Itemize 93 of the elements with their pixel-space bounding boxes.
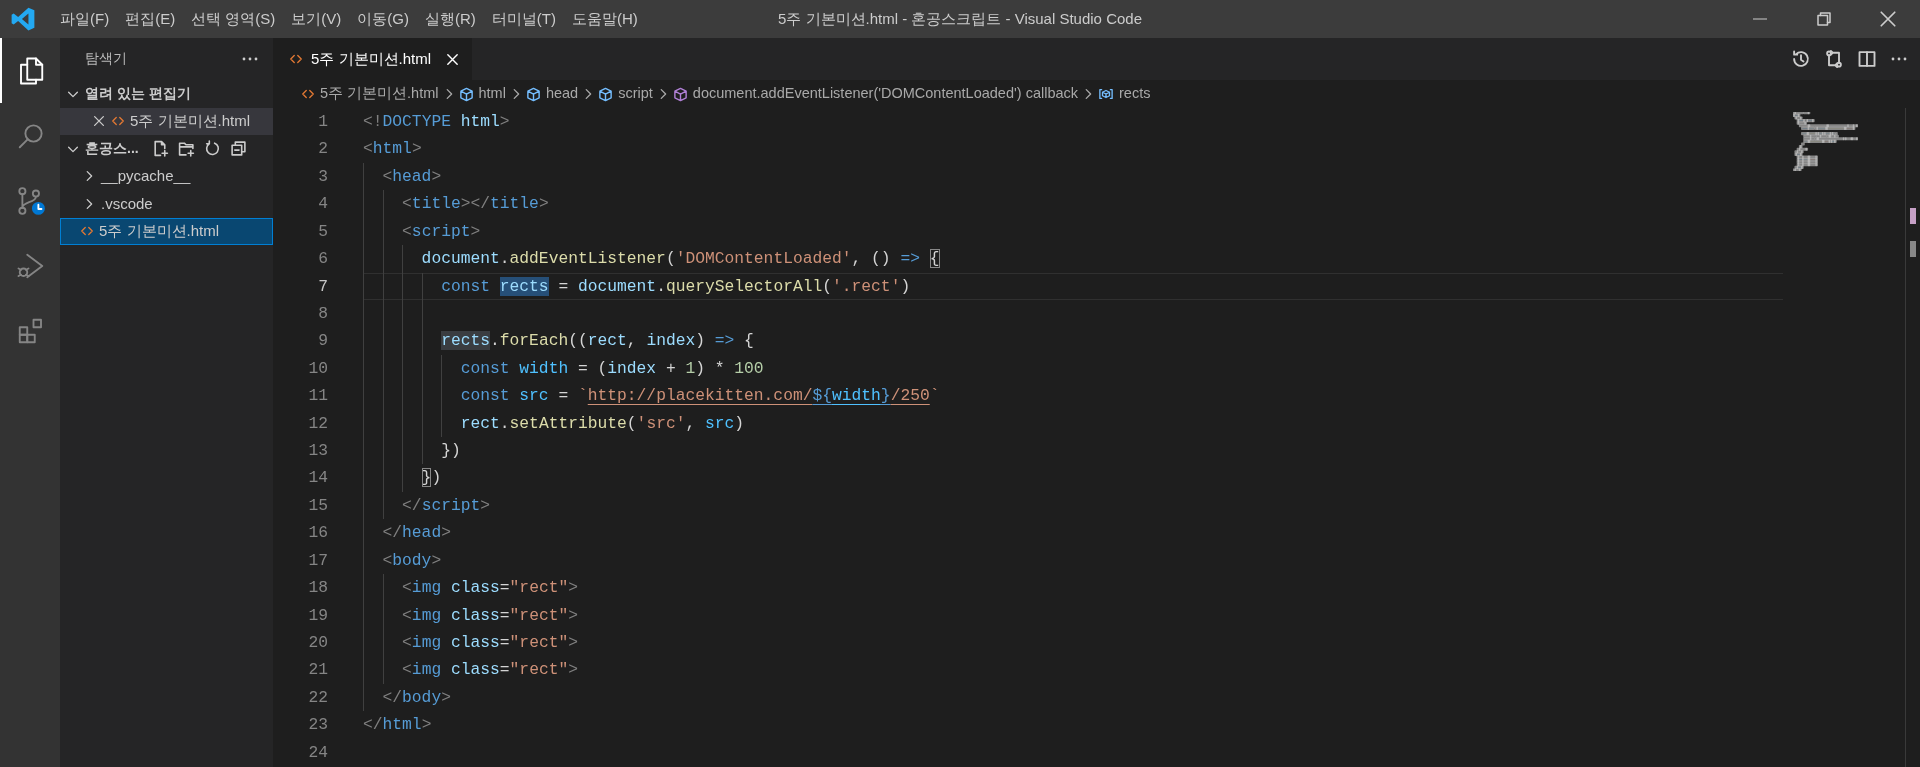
editor-tab[interactable]: 5주 기본미션.html (273, 38, 472, 80)
history-icon[interactable] (1791, 49, 1811, 69)
file-tree-item[interactable]: 5주 기본미션.html (60, 217, 273, 245)
file-tree-item[interactable]: .vscode (60, 190, 273, 218)
ellipsis-icon[interactable] (1890, 56, 1908, 62)
sidebar-title: 탐색기 (85, 49, 127, 68)
code-line: <head> (382, 165, 442, 188)
code-line: const width = (index + 1) * 100 (460, 357, 764, 380)
line-number: 2 (317, 138, 329, 161)
menu-item[interactable]: 도움말(H) (564, 7, 646, 31)
line-number: 21 (307, 659, 329, 682)
breadcrumb-item[interactable]: 5주 기본미션.html (301, 83, 439, 105)
line-number: 8 (317, 302, 329, 325)
line-number: 20 (307, 632, 329, 654)
cube-icon (458, 86, 474, 102)
code-line: }) (421, 467, 442, 490)
open-editor-item[interactable]: 5주 기본미션.html (60, 107, 273, 135)
cube-icon (672, 86, 688, 102)
section-header[interactable]: 혼공스... (85, 138, 139, 160)
cube-icon (598, 86, 614, 102)
code-line: </head> (382, 522, 451, 545)
menu-item[interactable]: 선택 영역(S) (183, 7, 284, 31)
line-number: 7 (317, 275, 329, 298)
breadcrumb-item[interactable]: script (598, 83, 653, 105)
line-number: 9 (317, 330, 329, 353)
line-number: 18 (307, 577, 329, 600)
menu-item[interactable]: 이동(G) (349, 7, 417, 31)
line-number: 17 (307, 549, 329, 572)
code-line: <img class="rect"> (402, 659, 578, 682)
line-number: 24 (307, 741, 329, 764)
line-number: 10 (307, 357, 329, 380)
code-line: }) (441, 440, 461, 463)
file-tree-item[interactable]: __pycache__ (60, 162, 273, 190)
code-line: </body> (382, 686, 451, 709)
code-line: <script> (402, 220, 481, 243)
new-file-icon[interactable] (151, 140, 169, 158)
code-line: rect.setAttribute('src', src) (460, 412, 745, 435)
menu-item[interactable]: 실행(R) (417, 7, 484, 31)
code-line: </html> (363, 714, 432, 737)
refresh-icon[interactable] (203, 140, 221, 158)
code-line: <html> (363, 138, 422, 161)
menu-item[interactable]: 터미널(T) (483, 7, 564, 31)
cube-icon (525, 86, 541, 102)
line-number: 16 (307, 522, 329, 545)
code-icon (301, 87, 315, 101)
line-number: 1 (317, 111, 329, 133)
breadcrumb-item[interactable]: head (525, 83, 579, 105)
variable-icon (1098, 87, 1114, 101)
code-line: </script> (402, 494, 491, 517)
code-icon (289, 52, 303, 66)
compare-changes-icon[interactable] (1824, 49, 1844, 69)
line-number: 3 (317, 165, 329, 188)
code-line: document.addEventListener('DOMContentLoaded', () => { (421, 248, 940, 271)
code-line: rects.forEach((rect, index) => { (441, 330, 754, 353)
split-editor-icon[interactable] (1857, 49, 1877, 69)
code-line: <body> (382, 549, 442, 572)
line-number: 6 (317, 248, 329, 271)
breadcrumb-item[interactable]: html (458, 83, 506, 105)
line-number: 19 (307, 604, 329, 627)
restore-icon (1816, 11, 1832, 27)
code-line: const rects = document.querySelectorAll('.rect') (441, 275, 911, 298)
new-folder-icon[interactable] (177, 140, 195, 158)
line-number: 11 (307, 385, 329, 408)
line-number: 23 (307, 714, 329, 737)
close-icon[interactable] (92, 114, 106, 129)
code-line: <!DOCTYPE html> (363, 111, 510, 133)
line-number: 4 (317, 193, 329, 216)
line-number: 15 (307, 494, 329, 517)
line-number: 13 (307, 440, 329, 463)
line-number: 14 (307, 467, 329, 490)
line-number: 5 (317, 220, 329, 243)
code-line: <img class="rect"> (402, 577, 578, 600)
code-line: <title></title> (402, 193, 549, 216)
line-number: 12 (307, 412, 329, 435)
breadcrumb-item[interactable]: document.addEventListener('DOMContentLoaded') callback (672, 83, 1078, 105)
source-control-icon[interactable] (15, 184, 47, 217)
ellipsis-icon[interactable] (241, 56, 259, 62)
code-line: const src = `http://placekitten.com/${width}/250` (460, 385, 940, 408)
minimap-drawing (1793, 112, 1858, 171)
breadcrumb-item[interactable]: rects (1098, 83, 1151, 105)
menu-item[interactable]: 보기(V) (283, 7, 350, 31)
minimize-icon (1753, 18, 1767, 20)
logo-icon (10, 6, 36, 32)
close-icon (1879, 10, 1897, 28)
window-title: 5주 기본미션.html - 혼공스크립트 - Visual Studio Code (778, 8, 1142, 29)
line-number: 22 (307, 686, 329, 709)
menu-item[interactable]: 파일(F) (52, 7, 118, 31)
close-icon[interactable] (445, 51, 460, 67)
menu-item[interactable]: 편집(E) (117, 7, 184, 31)
section-header[interactable]: 열려 있는 편집기 (85, 83, 191, 105)
collapse-all-icon[interactable] (229, 140, 247, 158)
code-line: <img class="rect"> (402, 604, 578, 627)
code-line: <img class="rect"> (402, 632, 578, 654)
